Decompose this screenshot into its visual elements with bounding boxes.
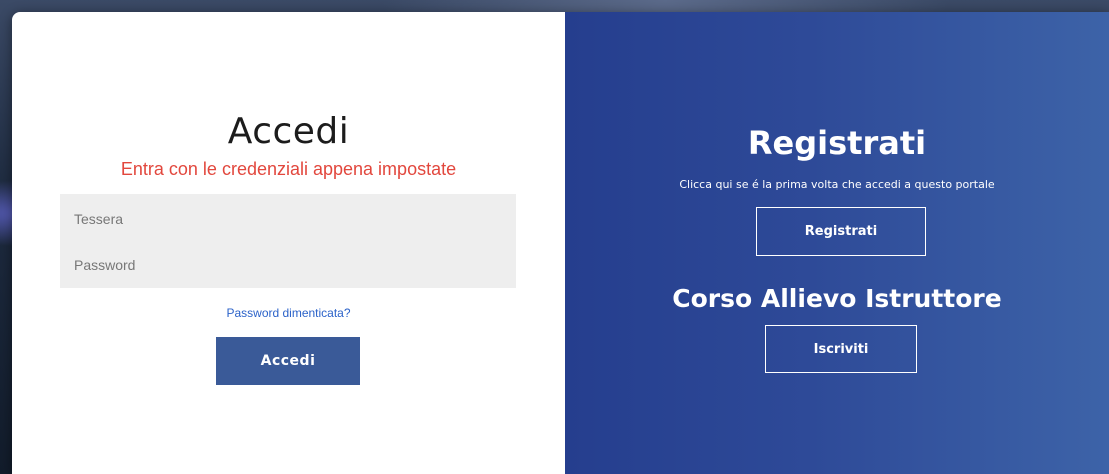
register-title: Registrati [747, 124, 927, 162]
course-title: Corso Allievo Istruttore [672, 284, 1002, 313]
credentials-fields [60, 194, 516, 288]
login-subtitle: Entra con le credenziali appena impostat… [120, 159, 457, 179]
enroll-button[interactable]: Iscriviti [765, 325, 917, 373]
auth-card: Accedi Entra con le credenziali appena i… [12, 12, 1109, 474]
login-title: Accedi [227, 111, 350, 152]
login-panel: Accedi Entra con le credenziali appena i… [12, 12, 565, 474]
register-panel: Registrati Clicca qui se é la prima volt… [565, 12, 1109, 474]
password-input[interactable] [60, 243, 516, 287]
login-button[interactable]: Accedi [216, 337, 360, 385]
forgot-password-link[interactable]: Password dimenticata? [12, 306, 565, 320]
register-subtitle: Clicca qui se é la prima volta che acced… [679, 178, 995, 191]
tessera-input[interactable] [60, 197, 516, 241]
register-button[interactable]: Registrati [756, 207, 926, 256]
